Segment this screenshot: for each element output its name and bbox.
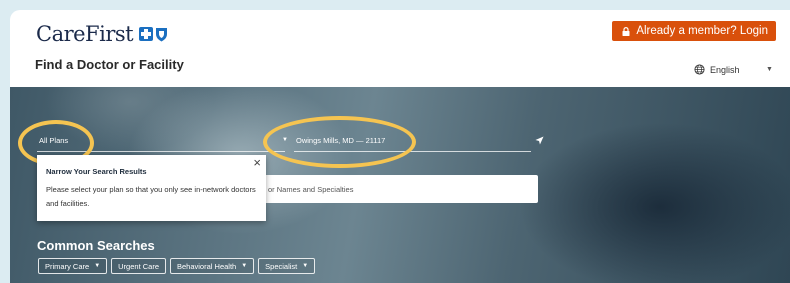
location-arrow-icon[interactable] (535, 136, 544, 145)
provider-search-input[interactable]: or Names and Specialties (256, 175, 538, 203)
chip-specialist[interactable]: Specialist ▼ (258, 258, 316, 274)
chip-label: Behavioral Health (177, 261, 237, 271)
close-icon[interactable]: × (253, 155, 261, 170)
logo-marks (139, 27, 168, 42)
chip-primary-care[interactable]: Primary Care ▼ (38, 258, 108, 274)
chevron-down-icon: ▼ (302, 263, 309, 269)
chip-label: Primary Care (45, 261, 90, 271)
chevron-down-icon: ▼ (241, 263, 248, 269)
app-frame: CareFirst Already a member? Login Find a… (10, 10, 790, 283)
login-label: Already a member? Login (636, 25, 768, 37)
tooltip-title: Narrow Your Search Results (46, 167, 147, 176)
narrow-search-tooltip: Narrow Your Search Results Please select… (37, 155, 266, 221)
location-highlight-oval (263, 116, 416, 168)
chip-label: Specialist (265, 261, 298, 271)
page-title: Find a Doctor or Facility (35, 57, 184, 72)
chip-urgent-care[interactable]: Urgent Care (111, 258, 166, 274)
shield-logo-icon (156, 27, 168, 41)
common-searches-title: Common Searches (37, 238, 155, 253)
cross-logo-icon (139, 27, 154, 41)
chip-label: Urgent Care (118, 261, 159, 271)
chevron-down-icon: ▼ (94, 263, 101, 269)
lock-icon (622, 26, 630, 36)
language-selector[interactable]: English (694, 64, 740, 75)
tooltip-body: Please select your plan so that you only… (46, 185, 256, 208)
logo-text: CareFirst (36, 22, 134, 46)
chevron-down-icon[interactable]: ▼ (766, 66, 773, 73)
carefirst-logo[interactable]: CareFirst (36, 20, 168, 48)
common-searches-chips: Primary Care ▼ Urgent Care Behavioral He… (38, 258, 316, 274)
language-label: English (710, 64, 740, 75)
member-login-button[interactable]: Already a member? Login (612, 21, 776, 41)
chip-behavioral-health[interactable]: Behavioral Health ▼ (170, 258, 255, 274)
globe-icon (694, 64, 705, 75)
provider-search-placeholder: or Names and Specialties (268, 184, 354, 194)
